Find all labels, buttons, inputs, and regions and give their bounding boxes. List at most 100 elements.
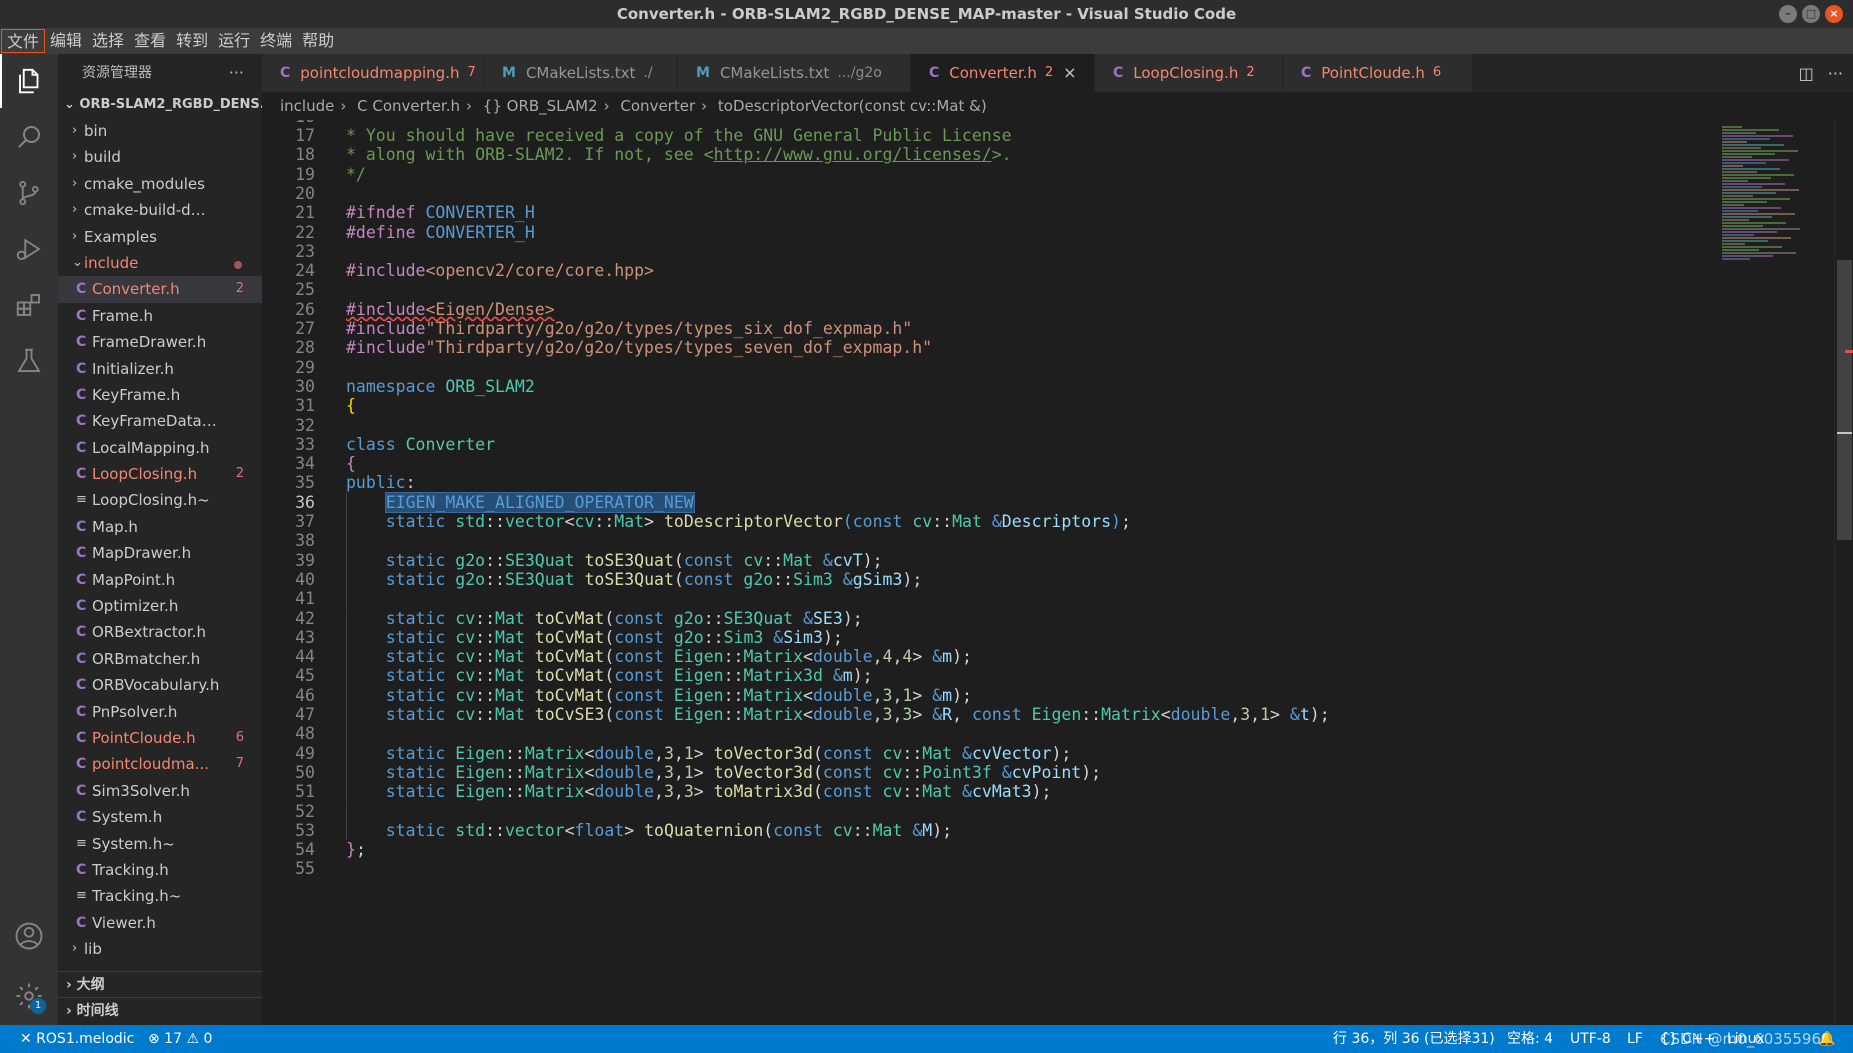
code-token: , bbox=[673, 743, 684, 763]
folder-item[interactable]: ⌄ include bbox=[58, 250, 262, 276]
more-actions-icon[interactable]: ··· bbox=[1828, 64, 1843, 83]
settings-gear-icon[interactable]: 1 bbox=[0, 969, 58, 1023]
file-item[interactable]: ≡ Tracking.h~ bbox=[58, 883, 262, 909]
code-token: & bbox=[822, 550, 833, 570]
file-item[interactable]: C Map.h bbox=[58, 514, 262, 540]
file-item[interactable]: C Optimizer.h bbox=[58, 593, 262, 619]
more-actions-icon[interactable]: ··· bbox=[229, 54, 244, 92]
menu-help[interactable]: 帮助 bbox=[297, 29, 339, 53]
code-token: ); bbox=[1309, 705, 1330, 724]
tab-problem-count: 2 bbox=[1246, 65, 1255, 80]
breadcrumb-item[interactable]: C Converter.h bbox=[357, 97, 460, 115]
remote-status[interactable]: ✕ ROS1.melodic bbox=[20, 1025, 134, 1053]
file-item[interactable]: C ORBextractor.h bbox=[58, 619, 262, 645]
file-item[interactable]: C Initializer.h bbox=[58, 356, 262, 382]
encoding-status[interactable]: UTF-8 bbox=[1570, 1025, 1611, 1053]
code-token: :: bbox=[902, 762, 923, 782]
scrollbar-thumb[interactable] bbox=[1837, 260, 1852, 540]
menu-run[interactable]: 运行 bbox=[213, 29, 255, 53]
editor-tab[interactable]: Cpointcloudmapping.h 7 bbox=[262, 54, 484, 92]
workspace-root-folder[interactable]: ⌄ ORB-SLAM2_RGBD_DENS... bbox=[58, 92, 262, 118]
files-icon[interactable] bbox=[0, 54, 58, 108]
code-line: 30 namespace ORB_SLAM2 bbox=[262, 377, 1742, 396]
testing-icon[interactable] bbox=[0, 334, 58, 388]
line-number: 50 bbox=[295, 762, 315, 782]
eol-status[interactable]: LF bbox=[1627, 1025, 1643, 1053]
minimize-icon[interactable]: – bbox=[1779, 5, 1797, 23]
file-item[interactable]: C Sim3Solver.h bbox=[58, 778, 262, 804]
tab-label: LoopClosing.h bbox=[1133, 64, 1239, 82]
folder-item[interactable]: › Examples bbox=[58, 224, 262, 250]
code-token: < bbox=[564, 820, 575, 840]
code-editor[interactable]: 1617* You should have received a copy of… bbox=[262, 120, 1742, 1025]
folder-item[interactable]: › cmake_modules bbox=[58, 171, 262, 197]
minimap-line bbox=[1722, 198, 1790, 200]
problems-status[interactable]: ⊗ 17 ⚠ 0 bbox=[148, 1025, 212, 1053]
folder-item[interactable]: › lib bbox=[58, 936, 262, 962]
timeline-section[interactable]: › 时间线 bbox=[58, 997, 262, 1023]
menu-go[interactable]: 转到 bbox=[171, 29, 213, 53]
file-item[interactable]: C KeyFrame.h bbox=[58, 382, 262, 408]
editor-tab[interactable]: M CMakeLists.txt ./ bbox=[484, 54, 678, 92]
code-token: >. bbox=[991, 145, 1012, 165]
file-item[interactable]: C MapDrawer.h bbox=[58, 540, 262, 566]
close-tab-icon[interactable]: × bbox=[1063, 54, 1076, 92]
code-token: :: bbox=[902, 782, 923, 802]
breadcrumb-item[interactable]: include bbox=[280, 97, 334, 115]
file-item[interactable]: C LoopClosing.h 2 bbox=[58, 461, 262, 487]
menu-view[interactable]: 查看 bbox=[129, 29, 171, 53]
file-item[interactable]: C Frame.h bbox=[58, 303, 262, 329]
breadcrumb-item[interactable]: Converter bbox=[620, 97, 695, 115]
file-item[interactable]: Cpointcloudma... 7 bbox=[58, 751, 262, 777]
menu-file[interactable]: 文件 bbox=[1, 29, 46, 53]
editor-tab[interactable]: C Converter.h 2 × bbox=[911, 54, 1095, 92]
search-icon[interactable] bbox=[0, 110, 58, 164]
editor-tab[interactable]: C LoopClosing.h 2 bbox=[1095, 54, 1283, 92]
file-item[interactable]: ≡ System.h~ bbox=[58, 831, 262, 857]
maximize-icon[interactable]: □ bbox=[1802, 5, 1820, 23]
minimap-line bbox=[1722, 252, 1796, 254]
source-control-icon[interactable] bbox=[0, 166, 58, 220]
file-item[interactable]: C ORBVocabulary.h bbox=[58, 672, 262, 698]
file-item[interactable]: C Viewer.h bbox=[58, 910, 262, 936]
menu-selection[interactable]: 选择 bbox=[87, 29, 129, 53]
cursor-position[interactable]: 行 36，列 36 (已选择31) bbox=[1333, 1025, 1495, 1053]
file-item[interactable]: C FrameDrawer.h bbox=[58, 329, 262, 355]
minimap[interactable] bbox=[1720, 120, 1832, 1025]
folder-item[interactable]: › bin bbox=[58, 118, 262, 144]
file-item[interactable]: C MapPoint.h bbox=[58, 567, 262, 593]
file-item[interactable]: C Tracking.h bbox=[58, 857, 262, 883]
vertical-scrollbar[interactable] bbox=[1834, 120, 1853, 1025]
run-debug-icon[interactable] bbox=[0, 222, 58, 276]
tree-item-label: Initializer.h bbox=[92, 359, 174, 378]
file-item[interactable]: ≡ LoopClosing.h~ bbox=[58, 487, 262, 513]
code-token: :: bbox=[475, 608, 496, 628]
folder-item[interactable]: › cmake-build-debug bbox=[58, 197, 262, 223]
line-number: 51 bbox=[295, 782, 315, 802]
menu-edit[interactable]: 编辑 bbox=[45, 29, 87, 53]
extensions-icon[interactable] bbox=[0, 278, 58, 332]
file-item[interactable]: C System.h bbox=[58, 804, 262, 830]
indent-guide bbox=[346, 589, 347, 609]
breadcrumb-item[interactable]: {} ORB_SLAM2 bbox=[483, 97, 598, 115]
close-window-icon[interactable]: × bbox=[1825, 5, 1843, 23]
folder-item[interactable]: › build bbox=[58, 144, 262, 170]
file-item[interactable]: C Converter.h 2 bbox=[58, 276, 262, 303]
editor-tab[interactable]: M CMakeLists.txt .../g2o bbox=[678, 54, 911, 92]
file-item[interactable]: C PointCloude.h 6 bbox=[58, 725, 262, 751]
file-item[interactable]: C ORBmatcher.h bbox=[58, 646, 262, 672]
file-item[interactable]: C KeyFrameDatabase.h bbox=[58, 408, 262, 434]
notifications-icon[interactable]: 🔔 bbox=[1818, 1025, 1835, 1053]
code-token: Point3f bbox=[922, 762, 1002, 782]
file-item[interactable]: C LocalMapping.h bbox=[58, 435, 262, 461]
split-editor-icon[interactable]: ◫ bbox=[1799, 64, 1814, 83]
outline-section[interactable]: › 大纲 bbox=[58, 971, 262, 997]
code-token: http://www.gnu.org/licenses/ bbox=[713, 145, 992, 165]
file-item[interactable]: C PnPsolver.h bbox=[58, 699, 262, 725]
menu-terminal[interactable]: 终端 bbox=[255, 29, 297, 53]
breadcrumb-item[interactable]: toDescriptorVector(const cv::Mat &) bbox=[718, 97, 987, 115]
account-icon[interactable] bbox=[0, 909, 58, 963]
editor-tab[interactable]: C PointCloude.h 6 bbox=[1283, 54, 1473, 92]
indentation-status[interactable]: 空格: 4 bbox=[1507, 1025, 1553, 1053]
